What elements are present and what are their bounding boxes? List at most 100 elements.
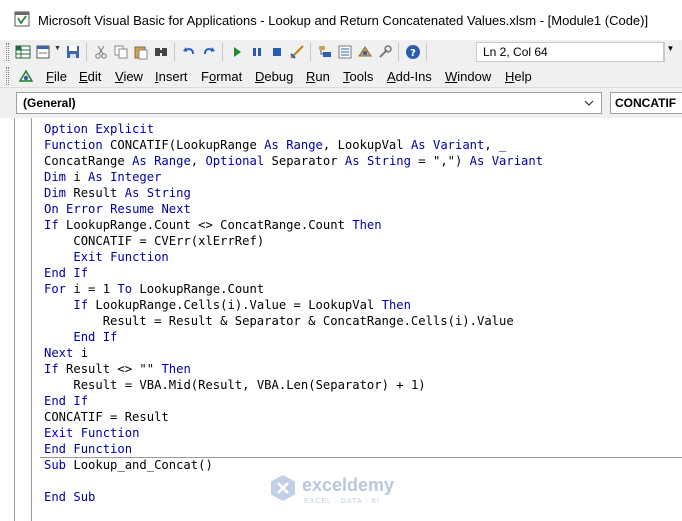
code-line[interactable]: End If [44, 329, 543, 345]
cut-icon[interactable] [92, 43, 110, 61]
code-line[interactable]: Dim i As Integer [44, 169, 543, 185]
menu-accelerator: R [306, 69, 316, 84]
save-icon[interactable] [64, 43, 82, 61]
code-line[interactable]: Next i [44, 345, 543, 361]
menu-label: ile [53, 69, 67, 84]
menu-label: un [315, 69, 330, 84]
code-line[interactable]: Dim Result As String [44, 185, 543, 201]
code-line[interactable]: Function CONCATIF(LookupRange As Range, … [44, 137, 543, 153]
menu-bar: File Edit View Insert Format Debug Run T… [0, 64, 682, 88]
menu-accelerator: H [505, 69, 515, 84]
find-icon[interactable] [152, 43, 170, 61]
procedure-dropdown[interactable]: CONCATIF [610, 92, 682, 114]
code-line[interactable]: If Result <> "" Then [44, 361, 543, 377]
menu-tools[interactable]: Tools [343, 69, 373, 84]
menu-format[interactable]: Format [201, 69, 242, 84]
code-editor[interactable]: Option Explicit Function CONCATIF(LookupR… [0, 118, 682, 521]
menu-label: ebug [264, 69, 294, 84]
toolbox-icon[interactable] [376, 43, 394, 61]
menu-label: indow [457, 69, 492, 84]
menu-accelerator: W [445, 69, 458, 84]
toolbar-separator [310, 43, 311, 61]
vba-project-icon[interactable] [18, 68, 34, 84]
code-line[interactable]: For i = 1 To LookupRange.Count [44, 281, 543, 297]
toolbar-separator [174, 43, 175, 61]
window-title: Microsoft Visual Basic for Applications … [38, 13, 649, 28]
menu-window[interactable]: Window [445, 69, 491, 84]
standard-toolbar: ▼ ? Ln 2, Col 64 ▼ [0, 40, 682, 64]
code-line[interactable]: Exit Function [44, 249, 543, 265]
menubar-grip[interactable] [6, 67, 9, 85]
exceldemy-logo-icon [271, 475, 295, 501]
vba-app-icon [14, 11, 30, 27]
break-icon[interactable] [248, 43, 266, 61]
code-window-header: (General) CONCATIF [0, 91, 682, 118]
object-browser-icon[interactable] [356, 43, 374, 61]
toolbar-separator [222, 43, 223, 61]
menu-help[interactable]: Help [505, 69, 532, 84]
menu-label: dit [87, 69, 102, 84]
paste-icon[interactable] [132, 43, 150, 61]
redo-icon[interactable] [200, 43, 218, 61]
design-mode-icon[interactable] [288, 43, 306, 61]
svg-text:?: ? [410, 48, 416, 59]
code-line[interactable]: End If [44, 393, 543, 409]
watermark-name: exceldemy [302, 475, 395, 495]
menu-label: nsert [158, 69, 188, 84]
menu-file[interactable]: File [46, 69, 67, 84]
menu-label: F [201, 69, 209, 84]
menu-accelerator: D [255, 69, 265, 84]
toolbar-separator [86, 43, 87, 61]
menu-label: rmat [216, 69, 243, 84]
menu-add-ins[interactable]: Add-Ins [387, 69, 432, 84]
project-explorer-icon[interactable] [316, 43, 334, 61]
reset-icon[interactable] [268, 43, 286, 61]
watermark-tagline: EXCEL · DATA · BI [304, 498, 380, 505]
insert-userform-icon[interactable] [34, 43, 52, 61]
code-line[interactable]: Result = VBA.Mid(Result, VBA.Len(Separat… [44, 377, 543, 393]
object-dropdown-value: (General) [23, 96, 76, 110]
code-line[interactable]: Sub Lookup_and_Concat() [44, 457, 543, 473]
code-line[interactable]: Exit Function [44, 425, 543, 441]
code-line[interactable]: If LookupRange.Count <> ConcatRange.Coun… [44, 217, 543, 233]
run-icon[interactable] [228, 43, 246, 61]
code-line[interactable]: CONCATIF = Result [44, 409, 543, 425]
toolbar-options-icon[interactable]: ▼ [664, 42, 676, 62]
menu-accelerator: A [387, 69, 396, 84]
menu-run[interactable]: Run [306, 69, 330, 84]
menu-insert[interactable]: Insert [155, 69, 188, 84]
toolbar-grip[interactable] [6, 43, 9, 61]
code-line[interactable]: End Function [44, 441, 543, 457]
code-line[interactable]: If LookupRange.Cells(i).Value = LookupVa… [44, 297, 543, 313]
chevron-down-icon[interactable]: ▼ [54, 45, 61, 52]
menu-accelerator: E [79, 69, 88, 84]
code-line[interactable]: On Error Resume Next [44, 201, 543, 217]
code-line[interactable]: End If [44, 265, 543, 281]
cursor-position-status: Ln 2, Col 64 [476, 42, 664, 62]
title-bar: Microsoft Visual Basic for Applications … [0, 0, 682, 40]
object-dropdown[interactable]: (General) [16, 92, 602, 114]
code-line[interactable]: Result = Result & Separator & ConcatRang… [44, 313, 543, 329]
chevron-down-icon[interactable] [583, 97, 595, 109]
menu-edit[interactable]: Edit [79, 69, 101, 84]
help-icon[interactable]: ? [404, 43, 422, 61]
menu-label: dd-Ins [395, 69, 432, 84]
menu-accelerator: F [46, 69, 54, 84]
code-line[interactable]: ConcatRange As Range, Optional Separator… [44, 153, 543, 169]
view-excel-icon[interactable] [14, 43, 32, 61]
code-line[interactable]: Option Explicit [44, 121, 543, 137]
undo-icon[interactable] [180, 43, 198, 61]
properties-icon[interactable] [336, 43, 354, 61]
menu-label: iew [123, 69, 143, 84]
procedure-dropdown-value: CONCATIF [615, 96, 677, 110]
exceldemy-watermark: exceldemy EXCEL · DATA · BI [270, 472, 420, 512]
code-line[interactable]: CONCATIF = CVErr(xlErrRef) [44, 233, 543, 249]
menu-view[interactable]: View [115, 69, 143, 84]
code-text[interactable]: Option Explicit Function CONCATIF(LookupR… [44, 121, 543, 505]
toolbar-separator [426, 43, 427, 61]
procedure-separator [40, 457, 682, 458]
copy-icon[interactable] [112, 43, 130, 61]
margin-indicator-bar[interactable] [0, 118, 32, 521]
menu-debug[interactable]: Debug [255, 69, 293, 84]
menu-label: ools [349, 69, 374, 84]
